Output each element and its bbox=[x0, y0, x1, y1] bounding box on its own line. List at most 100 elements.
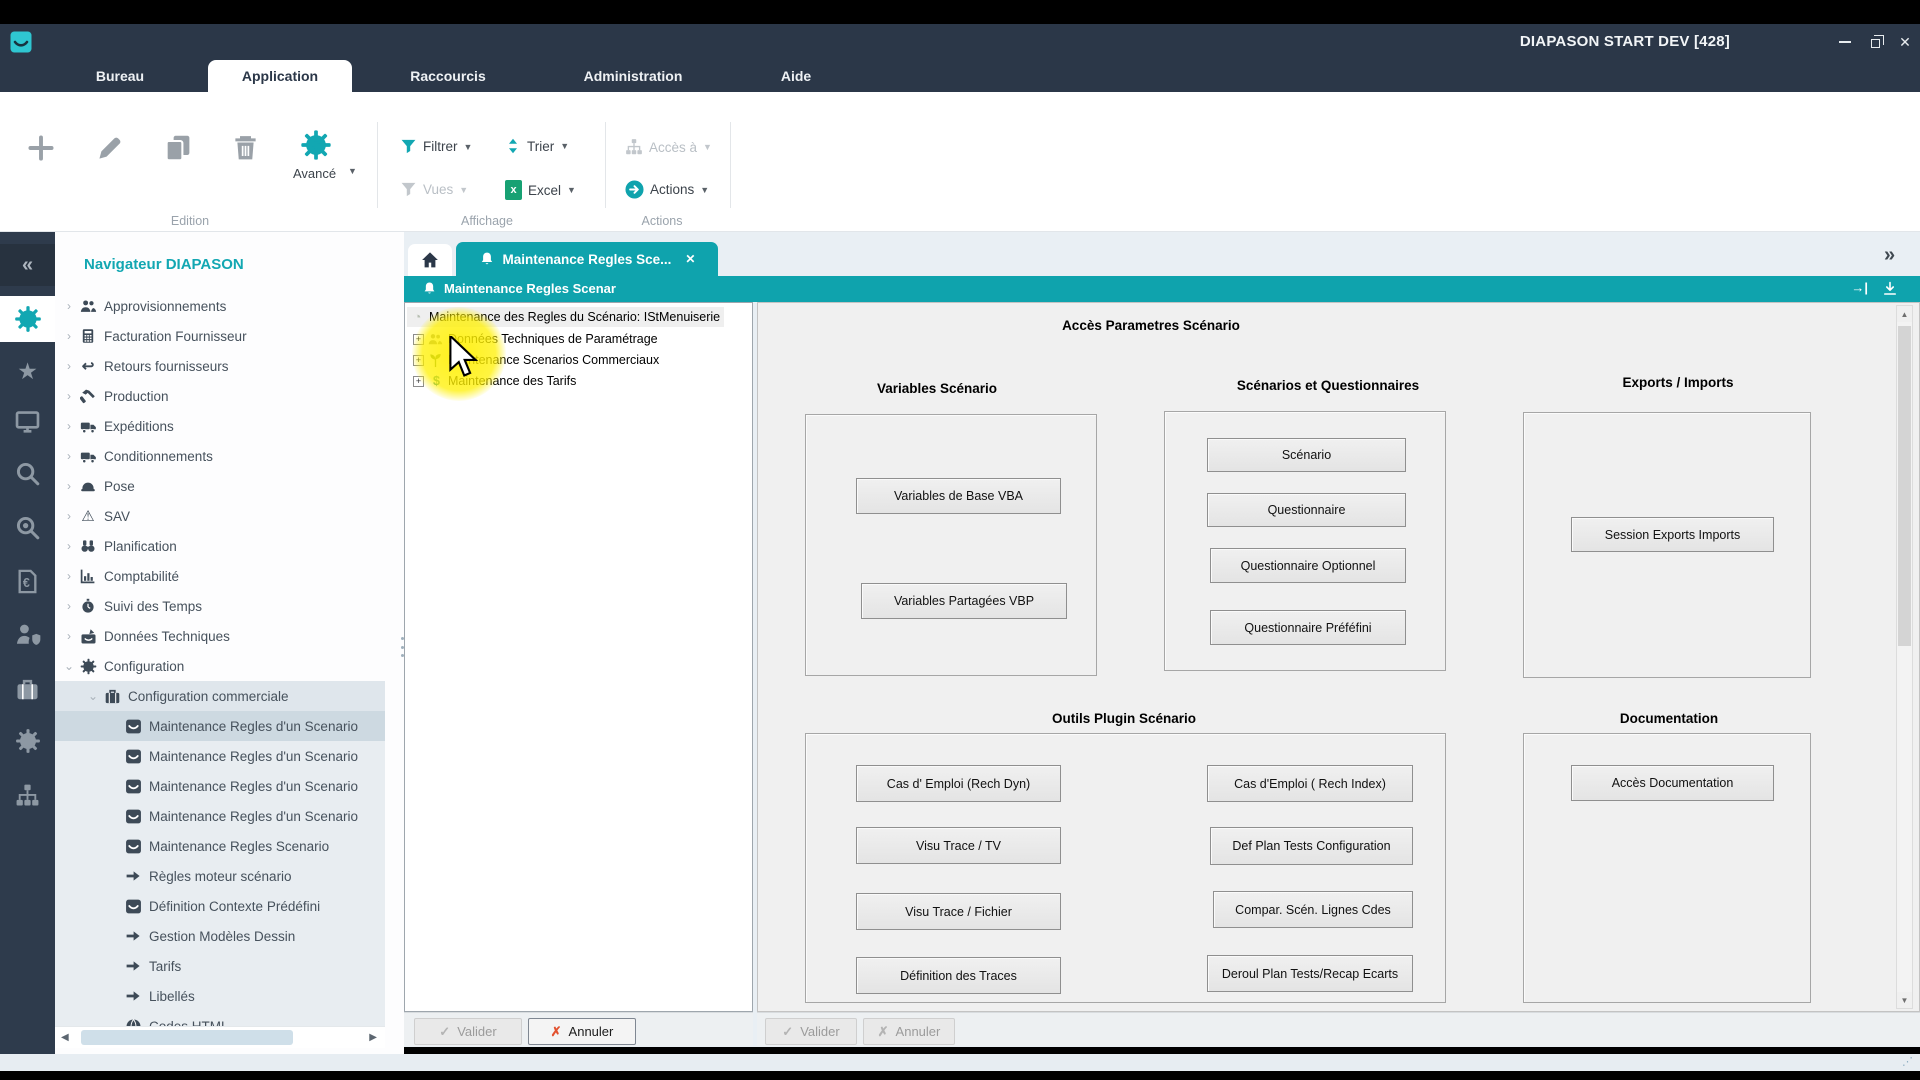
sidebar-item-facturation[interactable]: ›Facturation Fournisseur bbox=[55, 321, 385, 351]
sidebar-item-regles-moteur[interactable]: Règles moteur scénario bbox=[55, 861, 385, 891]
advanced-caret-icon[interactable]: ▼ bbox=[348, 166, 357, 176]
visu-trace-fichier-button[interactable]: Visu Trace / Fichier bbox=[856, 893, 1061, 930]
sidebar-item-gestion-modeles[interactable]: Gestion Modèles Dessin bbox=[55, 921, 385, 951]
copy-button[interactable] bbox=[164, 134, 192, 162]
panel-splitter[interactable] bbox=[399, 634, 405, 660]
form-annuler-button[interactable]: ✗ Annuler bbox=[863, 1018, 955, 1045]
resize-grip[interactable]: ⋰ bbox=[1902, 1056, 1916, 1069]
sidebar-item-maintenance-regles-1[interactable]: Maintenance Regles d'un Scenario bbox=[55, 711, 385, 741]
sidebar-item-production[interactable]: ›Production bbox=[55, 381, 385, 411]
menu-raccourcis[interactable]: Raccourcis bbox=[398, 60, 498, 92]
access-to-button[interactable]: Accès à ▼ bbox=[625, 138, 712, 156]
variables-partagees-vbp-button[interactable]: Variables Partagées VBP bbox=[861, 583, 1067, 619]
scrollbar-thumb[interactable] bbox=[1898, 326, 1911, 646]
rail-item-users[interactable] bbox=[0, 612, 55, 658]
scroll-left-icon[interactable]: ◀ bbox=[61, 1032, 69, 1043]
minimize-button[interactable] bbox=[1832, 32, 1858, 52]
form-valider-button[interactable]: ✓ Valider bbox=[765, 1018, 857, 1045]
rail-item-modules[interactable] bbox=[0, 296, 55, 342]
sidebar-item-maintenance-regles-3[interactable]: Maintenance Regles d'un Scenario bbox=[55, 771, 385, 801]
rail-item-hierarchy[interactable] bbox=[0, 772, 55, 818]
rail-collapse-button[interactable]: « bbox=[0, 244, 55, 286]
rail-item-search[interactable] bbox=[0, 450, 55, 496]
sort-button[interactable]: Trier ▼ bbox=[505, 138, 569, 154]
deroul-plan-tests-button[interactable]: Deroul Plan Tests/Recap Ecarts bbox=[1207, 955, 1413, 992]
sidebar-item-maintenance-regles-4[interactable]: Maintenance Regles d'un Scenario bbox=[55, 801, 385, 831]
sidebar-item-libelles[interactable]: Libellés bbox=[55, 981, 385, 1011]
form-vertical-scrollbar[interactable]: ▲ ▼ bbox=[1896, 305, 1913, 1009]
user-shield-icon bbox=[15, 622, 41, 648]
excel-button[interactable]: x Excel ▼ bbox=[505, 180, 576, 200]
menu-aide[interactable]: Aide bbox=[772, 60, 820, 92]
cas-emploi-rech-dyn-button[interactable]: Cas d' Emploi (Rech Dyn) bbox=[856, 765, 1061, 802]
rail-item-invoicing[interactable] bbox=[0, 558, 55, 604]
sidebar-item-definition-contexte[interactable]: Définition Contexte Prédéfini bbox=[55, 891, 385, 921]
sidebar-item-retours[interactable]: ›↩Retours fournisseurs bbox=[55, 351, 385, 381]
def-plan-tests-button[interactable]: Def Plan Tests Configuration bbox=[1210, 827, 1413, 865]
visu-trace-tv-button[interactable]: Visu Trace / TV bbox=[856, 827, 1061, 864]
goto-end-icon[interactable]: →| bbox=[1851, 280, 1868, 295]
rail-item-favorites[interactable]: ★ bbox=[0, 348, 55, 394]
tab-maintenance-regles[interactable]: Maintenance Regles Sce... ✕ bbox=[456, 242, 718, 276]
scrollbar-thumb[interactable] bbox=[81, 1030, 293, 1045]
sidebar-item-pose[interactable]: ›Pose bbox=[55, 471, 385, 501]
scroll-up-icon[interactable]: ▲ bbox=[1897, 306, 1912, 322]
definition-traces-button[interactable]: Définition des Traces bbox=[856, 957, 1061, 994]
sidebar-item-expeditions[interactable]: ›Expéditions bbox=[55, 411, 385, 441]
sidebar-item-approvisionnements[interactable]: ›Approvisionnements bbox=[55, 291, 385, 321]
calculator-icon bbox=[80, 328, 96, 344]
close-button[interactable]: ✕ bbox=[1892, 32, 1918, 52]
scroll-down-icon[interactable]: ▼ bbox=[1897, 992, 1912, 1008]
sidebar-item-tarifs[interactable]: Tarifs bbox=[55, 951, 385, 981]
questionnaire-optionnel-button[interactable]: Questionnaire Optionnel bbox=[1210, 548, 1406, 583]
sidebar-item-donnees-techniques[interactable]: ›Données Techniques bbox=[55, 621, 385, 651]
scenario-form-panel: Accès Parametres Scénario Variables Scén… bbox=[757, 302, 1920, 1012]
delete-button[interactable] bbox=[232, 134, 259, 161]
group-label-actions: Actions bbox=[642, 214, 683, 228]
search-pin-icon bbox=[15, 515, 40, 540]
sidebar-item-configuration[interactable]: ⌄Configuration bbox=[55, 651, 385, 681]
document-title: Maintenance Regles Scenar bbox=[444, 281, 616, 296]
add-button[interactable] bbox=[28, 135, 54, 161]
actions-button[interactable]: Actions ▼ bbox=[625, 180, 709, 199]
filter-button[interactable]: Filtrer ▼ bbox=[400, 138, 472, 155]
edit-button[interactable] bbox=[97, 135, 123, 161]
rail-item-screens[interactable] bbox=[0, 398, 55, 444]
sidebar-item-planification[interactable]: ›Planification bbox=[55, 531, 385, 561]
questionnaire-button[interactable]: Questionnaire bbox=[1207, 493, 1406, 527]
sidebar-horizontal-scrollbar[interactable]: ◀ ▶ bbox=[55, 1026, 385, 1048]
variables-base-vba-button[interactable]: Variables de Base VBA bbox=[856, 478, 1061, 514]
restore-button[interactable] bbox=[1862, 32, 1888, 52]
scenario-button[interactable]: Scénario bbox=[1207, 438, 1406, 472]
acces-documentation-button[interactable]: Accès Documentation bbox=[1571, 765, 1774, 801]
cas-emploi-rech-index-button[interactable]: Cas d'Emploi ( Rech Index) bbox=[1207, 765, 1413, 802]
rail-item-search-advanced[interactable] bbox=[0, 504, 55, 550]
filter-icon bbox=[400, 138, 417, 155]
sidebar-item-maintenance-regles-2[interactable]: Maintenance Regles d'un Scenario bbox=[55, 741, 385, 771]
session-exports-imports-button[interactable]: Session Exports Imports bbox=[1571, 517, 1774, 552]
tree-valider-button[interactable]: ✓ Valider bbox=[414, 1018, 522, 1045]
sidebar-item-maintenance-regles-scenario[interactable]: Maintenance Regles Scenario bbox=[55, 831, 385, 861]
sidebar-item-sav[interactable]: ›⚠SAV bbox=[55, 501, 385, 531]
sidebar-item-conditionnements[interactable]: ›Conditionnements bbox=[55, 441, 385, 471]
menu-application[interactable]: Application bbox=[208, 60, 352, 92]
compar-scen-lignes-button[interactable]: Compar. Scén. Lignes Cdes bbox=[1213, 891, 1413, 928]
tab-close-icon[interactable]: ✕ bbox=[685, 252, 695, 266]
rail-item-settings[interactable] bbox=[0, 718, 55, 764]
tab-home[interactable] bbox=[408, 244, 452, 276]
sidebar-item-configuration-commerciale[interactable]: ⌄Configuration commerciale bbox=[55, 681, 385, 711]
group-header-documentation: Documentation bbox=[1620, 711, 1718, 726]
questionnaire-predefini-button[interactable]: Questionnaire Préféfini bbox=[1210, 610, 1406, 645]
menu-bureau[interactable]: Bureau bbox=[85, 60, 155, 92]
advanced-button[interactable] bbox=[300, 129, 332, 161]
sidebar-item-comptabilite[interactable]: ›Comptabilité bbox=[55, 561, 385, 591]
scroll-right-icon[interactable]: ▶ bbox=[369, 1032, 377, 1043]
sidebar-item-codes-html[interactable]: Codes HTML bbox=[55, 1011, 385, 1026]
menu-administration[interactable]: Administration bbox=[572, 60, 694, 92]
views-button[interactable]: Vues ▼ bbox=[400, 181, 468, 198]
tree-annuler-button[interactable]: ✗ Annuler bbox=[528, 1018, 636, 1045]
sidebar-item-suivi-des-temps[interactable]: ›Suivi des Temps bbox=[55, 591, 385, 621]
rail-item-business[interactable] bbox=[0, 666, 55, 712]
tab-overflow-icon[interactable]: » bbox=[1884, 244, 1895, 267]
download-icon[interactable] bbox=[1882, 281, 1898, 297]
